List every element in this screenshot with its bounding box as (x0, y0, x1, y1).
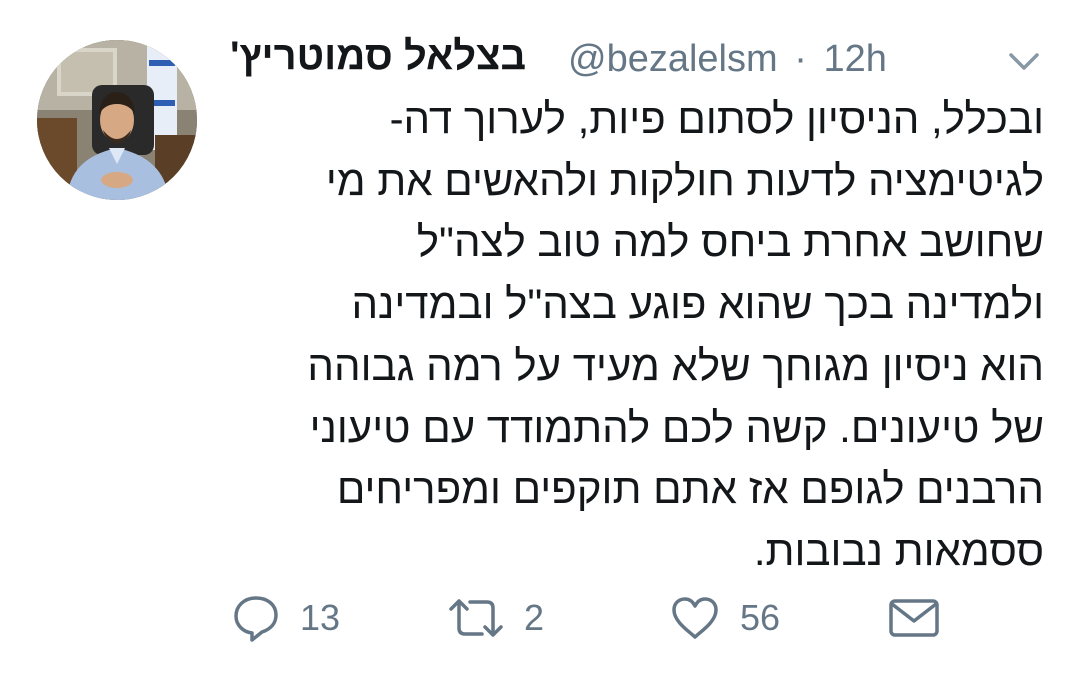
meta-separator: · (794, 38, 807, 80)
like-count: 56 (740, 597, 781, 638)
tweet-header: בצלאל סמוטריץ' @bezalelsm · 12h (230, 32, 930, 88)
tweet-timestamp[interactable]: 12h (823, 38, 886, 81)
tweet-text-line: של טיעונים. קשה לכם להתמודד עם טיעוני (309, 403, 1044, 451)
chevron-down-icon[interactable] (1006, 46, 1042, 76)
tweet-text: ובכלל, הניסיון לסתום פיות, לערוך דה- לגי… (224, 88, 1044, 582)
tweet-text-line: הרבנים לגופם אז אתם תוקפים ומפריחים (336, 465, 1044, 513)
reply-icon (234, 596, 278, 642)
reply-count: 13 (300, 597, 341, 638)
tweet-text-line: שחושב אחרת ביחס למה טוב לצה"ל (416, 218, 1044, 266)
display-name[interactable]: בצלאל סמוטריץ' (230, 34, 526, 79)
like-button[interactable]: 56 (670, 588, 780, 648)
envelope-icon (889, 599, 939, 637)
share-via-message-button[interactable] (888, 588, 940, 648)
heart-icon (672, 597, 718, 639)
profile-photo (37, 40, 197, 200)
tweet-actions: 13 2 56 (0, 588, 1080, 648)
reply-button[interactable]: 13 (232, 588, 340, 648)
retweet-count: 2 (524, 597, 545, 638)
tweet-text-line: ולמדינה בכך שהוא פוגע בצה"ל ובמדינה (351, 280, 1044, 328)
tweet-text-line: לגיטימציה לדעות חולקות ולהאשים את מי (325, 156, 1044, 204)
retweet-icon (449, 599, 503, 637)
tweet-text-line: ובכלל, הניסיון לסתום פיות, לערוך דה- (389, 95, 1044, 142)
tweet-text-line: ססמאות נבובות. (753, 526, 1044, 574)
retweet-button[interactable]: 2 (448, 588, 544, 648)
tweet-text-line: הוא ניסיון מגוחך שלא מעיד על רמה גבוהה (307, 341, 1044, 389)
avatar[interactable] (37, 40, 197, 200)
tweet-meta: @bezalelsm · 12h (568, 38, 887, 81)
user-handle[interactable]: @bezalelsm (568, 38, 778, 81)
